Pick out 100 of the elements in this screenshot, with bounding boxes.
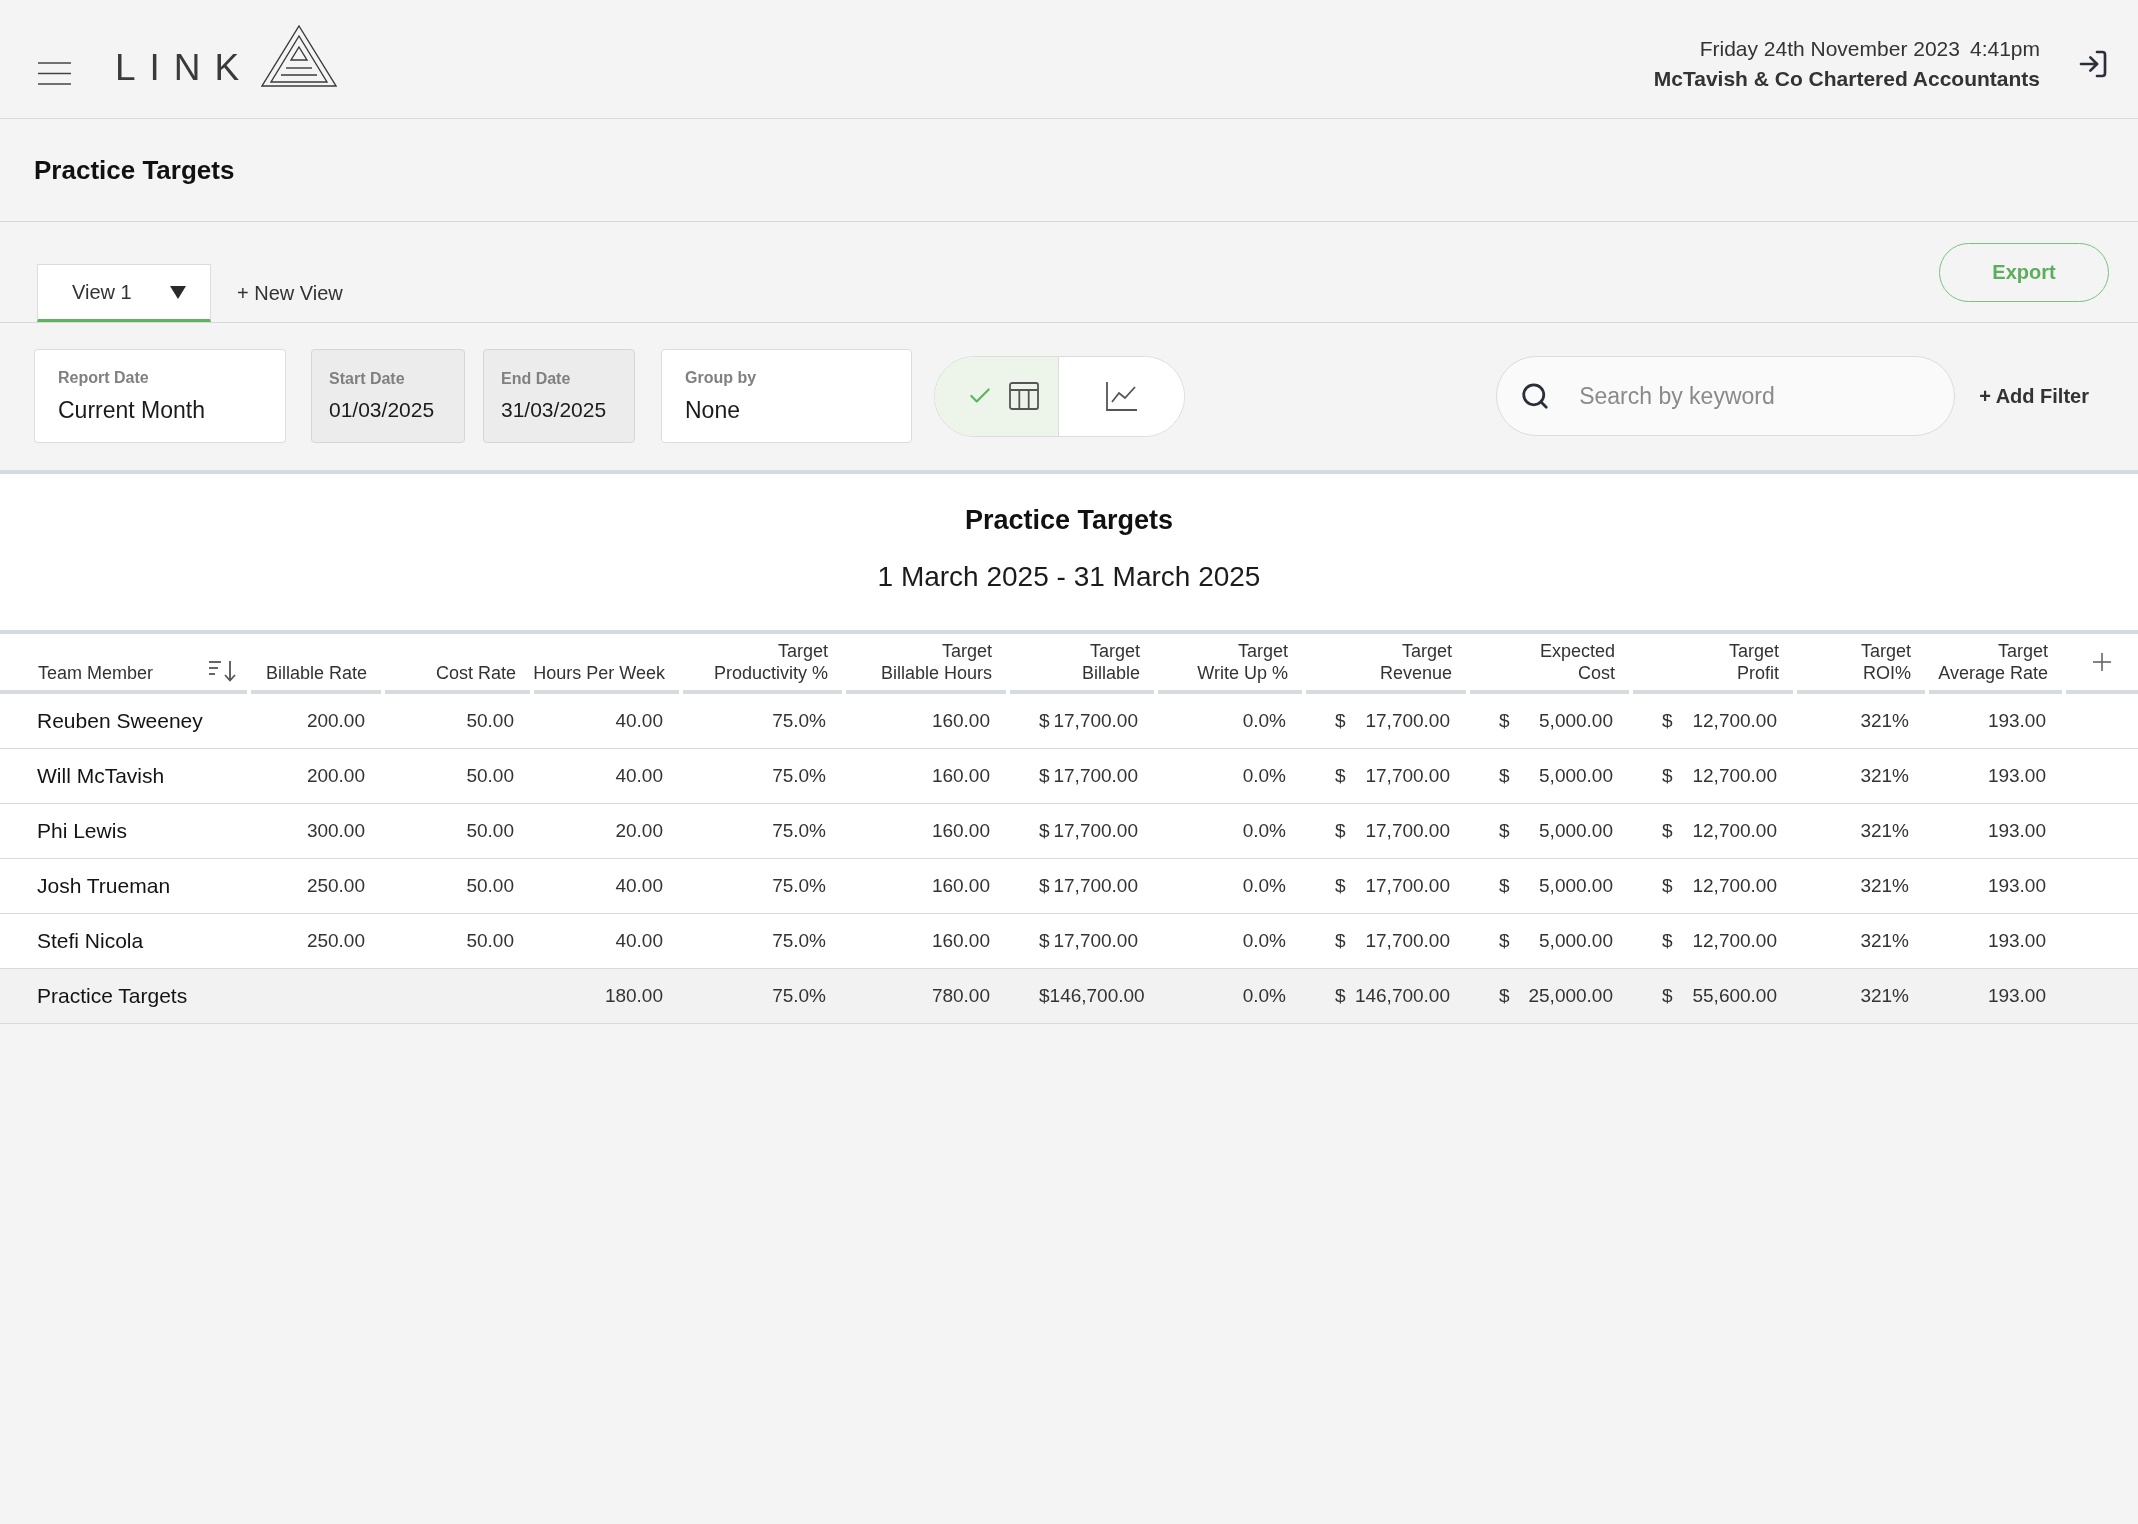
table-cell: 180.00 [604,985,663,1007]
table-cell: 193.00 [1987,820,2046,842]
field-label: Group by [685,368,757,387]
table-cell: 12,700.00 [1692,875,1777,897]
column-header[interactable]: Cost Rate [435,662,516,684]
field-label: End Date [501,370,571,388]
table-cell: 12,700.00 [1692,710,1777,732]
table-cell: 160.00 [931,710,990,732]
currency-symbol: $ [1039,930,1050,952]
currency-symbol: $ [1335,765,1346,787]
new-view-button[interactable]: + New View [237,264,343,322]
table-cell: 50.00 [466,710,514,732]
field-value: None [685,396,740,424]
table-cell: 50.00 [466,765,514,787]
page-title: Practice Targets [34,154,235,186]
column-header[interactable]: Target Profit [1728,640,1779,684]
table-cell: 193.00 [1987,710,2046,732]
currency-symbol: $ [1662,930,1673,952]
table-cell: 50.00 [466,875,514,897]
table-cell: 12,700.00 [1692,820,1777,842]
currency-symbol: $ [1335,875,1346,897]
table-cell: 193.00 [1987,930,2046,952]
column-header[interactable]: Hours Per Week [533,662,665,684]
report-title: Practice Targets [964,504,1174,536]
report-date-range: 1 March 2025 - 31 March 2025 [877,560,1261,594]
column-header[interactable]: Target ROI% [1860,640,1911,684]
view-toggle-button[interactable] [935,356,1059,436]
table-cell: 0.0% [1242,985,1286,1007]
table-cell: 321% [1860,930,1909,952]
table-icon [1008,382,1039,410]
table-cell: Will McTavish [37,764,165,788]
table-cell: 321% [1860,710,1909,732]
table-cell: 40.00 [615,710,663,732]
search-field[interactable]: Search by keyword [1496,356,1956,436]
table-cell: 321% [1860,820,1909,842]
add-filter-button[interactable]: + Add Filter [1979,384,2089,408]
currency-symbol: $ [1499,765,1510,787]
table-cell: 5,000.00 [1539,820,1613,842]
table-cell: 12,700.00 [1692,765,1777,787]
column-header[interactable]: Target Productivity % [713,640,828,684]
table-cell: 75.0% [772,710,826,732]
field-value: 01/03/2025 [329,398,435,422]
table-cell: 50.00 [466,930,514,952]
table-cell: 5,000.00 [1539,875,1613,897]
currency-symbol: $ [1335,820,1346,842]
table-cell: 17,700.00 [1365,710,1450,732]
table-cell: 321% [1860,765,1909,787]
currency-symbol: $ [1335,930,1346,952]
currency-symbol: $ [1335,985,1346,1007]
column-header[interactable]: Target Billable [1081,640,1140,684]
column-header[interactable]: Target Average Rate [1938,640,2048,684]
table-cell: 17,700.00 [1365,930,1450,952]
column-header[interactable]: Expected Cost [1539,640,1615,684]
company-name: McTavish & Co Chartered Accountants [1653,66,2040,92]
table-cell: 146,700.00 [1354,985,1450,1007]
currency-symbol: $ [1499,710,1510,732]
table-cell: 321% [1860,985,1909,1007]
table-cell: Reuben Sweeney [37,709,203,733]
table-cell: 250.00 [306,875,365,897]
filter-field[interactable]: Group by None [661,349,912,443]
table-cell: 17,700.00 [1365,765,1450,787]
filter-field[interactable]: Report Date Current Month [34,349,286,443]
menu-icon[interactable] [38,62,71,85]
column-header[interactable]: Billable Rate [265,662,367,684]
table-cell: 300.00 [306,820,365,842]
currency-symbol: $ [1039,875,1050,897]
caret-icon [170,285,186,299]
table-cell: 75.0% [772,875,826,897]
column-header[interactable]: Target Write Up % [1197,640,1288,684]
view-tab[interactable]: View 1 [37,264,211,322]
table-cell: 780.00 [931,985,990,1007]
column-header[interactable]: Team Member [38,662,154,684]
table-cell: 17,700.00 [1053,820,1138,842]
table-cell: Josh Trueman [37,874,171,898]
currency-symbol: $ [1499,930,1510,952]
table-cell: 75.0% [772,930,826,952]
table-cell: Practice Targets [37,984,188,1008]
column-header[interactable]: Target Billable Hours [880,640,992,684]
line-chart-icon [1105,381,1138,411]
currency-symbol: $ [1039,820,1050,842]
field-value: 31/03/2025 [501,398,607,422]
table-cell: 250.00 [306,930,365,952]
field-value: Current Month [58,396,205,424]
table-cell: 193.00 [1987,875,2046,897]
table-cell: 0.0% [1242,765,1286,787]
column-header[interactable]: Target Revenue [1379,640,1452,684]
table-cell: 160.00 [931,875,990,897]
currency-symbol: $ [1499,875,1510,897]
currency-symbol: $ [1039,985,1050,1007]
table-cell: 50.00 [466,820,514,842]
table-cell: 20.00 [615,820,663,842]
table-cell: 25,000.00 [1528,985,1613,1007]
currency-symbol: $ [1662,875,1673,897]
table-cell: 17,700.00 [1053,930,1138,952]
triangle-logo-icon [261,25,338,87]
table-cell: 17,700.00 [1365,875,1450,897]
table-cell: 17,700.00 [1053,875,1138,897]
plus-icon[interactable] [2093,653,2111,671]
table-cell: 0.0% [1242,930,1286,952]
sort-icon[interactable] [209,660,236,682]
